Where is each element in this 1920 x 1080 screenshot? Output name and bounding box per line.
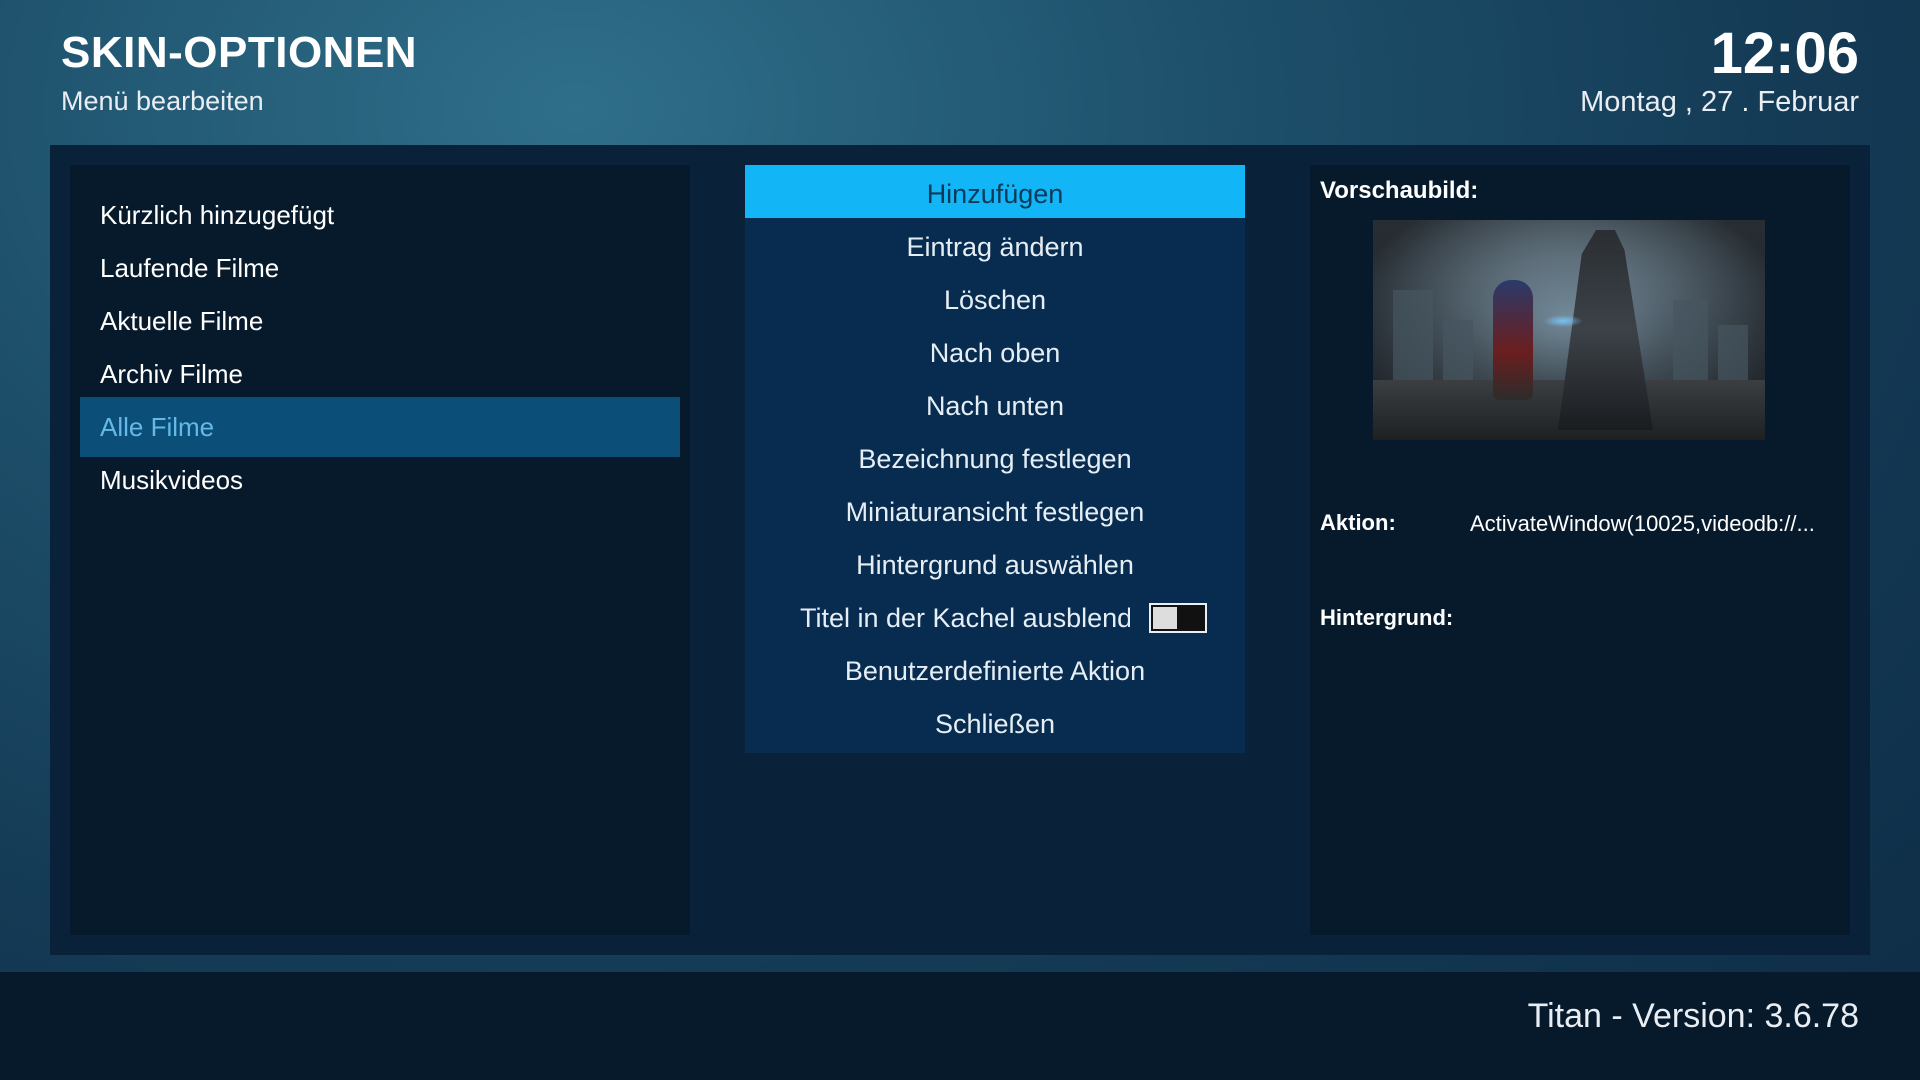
menu-item-list: Kürzlich hinzugefügt Laufende Filme Aktu… <box>70 165 690 935</box>
choose-background-button[interactable]: Hintergrund auswählen <box>745 536 1245 594</box>
page-title: SKIN-OPTIONEN <box>61 28 418 77</box>
thumb-building <box>1673 300 1708 380</box>
preview-thumbnail <box>1373 220 1765 440</box>
menu-item-archive-movies[interactable]: Archiv Filme <box>80 344 680 404</box>
date: Montag , 27 . Februar <box>1580 86 1859 118</box>
add-button[interactable]: Hinzufügen <box>745 165 1245 223</box>
close-button[interactable]: Schließen <box>745 695 1245 753</box>
action-button-list: Hinzufügen Eintrag ändern Löschen Nach o… <box>745 165 1245 935</box>
preview-label: Vorschaubild: <box>1320 177 1479 204</box>
page-subtitle: Menü bearbeiten <box>61 86 264 116</box>
delete-button[interactable]: Löschen <box>745 271 1245 329</box>
action-value: ActivateWindow(10025,videodb://... <box>1470 511 1815 536</box>
move-up-button[interactable]: Nach oben <box>745 324 1245 382</box>
thumb-building <box>1718 325 1748 380</box>
move-down-button[interactable]: Nach unten <box>745 377 1245 435</box>
menu-item-all-movies[interactable]: Alle Filme <box>80 397 680 457</box>
menu-item-recently-added[interactable]: Kürzlich hinzugefügt <box>80 185 680 245</box>
custom-action-button[interactable]: Benutzerdefinierte Aktion <box>745 642 1245 700</box>
footer-bar: Titan - Version: 3.6.78 <box>0 972 1920 1080</box>
thumb-building <box>1393 290 1433 380</box>
set-thumbnail-button[interactable]: Miniaturansicht festlegen <box>745 483 1245 541</box>
menu-item-running-movies[interactable]: Laufende Filme <box>80 238 680 298</box>
thumb-building <box>1443 320 1473 380</box>
thumb-figure-right <box>1558 230 1653 430</box>
hide-tile-title-toggle[interactable] <box>1149 603 1207 633</box>
toggle-knob <box>1153 607 1177 629</box>
menu-item-music-videos[interactable]: Musikvideos <box>80 450 680 510</box>
clock: 12:06 <box>1710 21 1859 86</box>
details-panel: Vorschaubild: Aktion: ActivateWindow(100… <box>1310 165 1850 935</box>
version-text: Titan - Version: 3.6.78 <box>1527 997 1859 1035</box>
skin-options-dialog: Kürzlich hinzugefügt Laufende Filme Aktu… <box>50 145 1870 955</box>
hide-tile-title-button[interactable]: Titel in der Kachel ausblenden <box>745 589 1245 647</box>
hide-tile-title-label: Titel in der Kachel ausblenden <box>800 603 1130 633</box>
menu-item-current-movies[interactable]: Aktuelle Filme <box>80 291 680 351</box>
thumb-glow <box>1543 315 1583 327</box>
action-label: Aktion: <box>1320 510 1396 535</box>
set-label-button[interactable]: Bezeichnung festlegen <box>745 430 1245 488</box>
edit-entry-button[interactable]: Eintrag ändern <box>745 218 1245 276</box>
background-label: Hintergrund: <box>1320 605 1454 630</box>
thumb-figure-left <box>1493 280 1533 400</box>
